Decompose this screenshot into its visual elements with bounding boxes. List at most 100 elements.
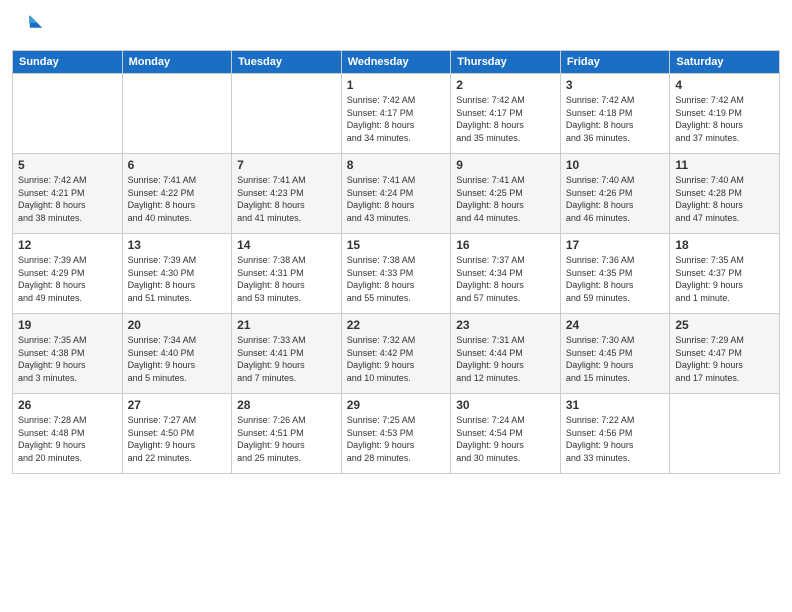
day-number: 2 (456, 78, 555, 92)
day-info: Sunrise: 7:30 AM Sunset: 4:45 PM Dayligh… (566, 334, 665, 384)
calendar-cell: 9 Sunrise: 7:41 AM Sunset: 4:25 PM Daylig… (451, 154, 561, 234)
day-info: Sunrise: 7:39 AM Sunset: 4:29 PM Dayligh… (18, 254, 117, 304)
calendar-cell: 1 Sunrise: 7:42 AM Sunset: 4:17 PM Daylig… (341, 74, 451, 154)
day-info: Sunrise: 7:29 AM Sunset: 4:47 PM Dayligh… (675, 334, 774, 384)
day-number: 7 (237, 158, 336, 172)
calendar-cell: 22 Sunrise: 7:32 AM Sunset: 4:42 PM Dayli… (341, 314, 451, 394)
day-number: 1 (347, 78, 446, 92)
day-header: Thursday (451, 51, 561, 74)
calendar-cell: 19Sunrise: 7:35 AM Sunset: 4:38 PM Dayli… (13, 314, 123, 394)
calendar-week-row: 5 Sunrise: 7:42 AM Sunset: 4:21 PM Daylig… (13, 154, 780, 234)
calendar-week-row: 26 Sunrise: 7:28 AM Sunset: 4:48 PM Dayli… (13, 394, 780, 474)
day-info: Sunrise: 7:41 AM Sunset: 4:25 PM Dayligh… (456, 174, 555, 224)
day-info: Sunrise: 7:32 AM Sunset: 4:42 PM Dayligh… (347, 334, 446, 384)
calendar-cell: 27 Sunrise: 7:27 AM Sunset: 4:50 PM Dayli… (122, 394, 232, 474)
day-number: 20 (128, 318, 227, 332)
calendar-cell: 12 Sunrise: 7:39 AM Sunset: 4:29 PM Dayli… (13, 234, 123, 314)
day-info: Sunrise: 7:37 AM Sunset: 4:34 PM Dayligh… (456, 254, 555, 304)
calendar-cell (232, 74, 342, 154)
day-info: Sunrise: 7:25 AM Sunset: 4:53 PM Dayligh… (347, 414, 446, 464)
day-number: 17 (566, 238, 665, 252)
day-info: Sunrise: 7:35 AM Sunset: 4:37 PM Dayligh… (675, 254, 774, 304)
day-info: Sunrise: 7:42 AM Sunset: 4:17 PM Dayligh… (347, 94, 446, 144)
day-number: 27 (128, 398, 227, 412)
day-info: Sunrise: 7:27 AM Sunset: 4:50 PM Dayligh… (128, 414, 227, 464)
day-number: 13 (128, 238, 227, 252)
day-header: Wednesday (341, 51, 451, 74)
day-info: Sunrise: 7:31 AM Sunset: 4:44 PM Dayligh… (456, 334, 555, 384)
logo-icon (12, 10, 44, 42)
day-number: 11 (675, 158, 774, 172)
calendar-cell: 13 Sunrise: 7:39 AM Sunset: 4:30 PM Dayli… (122, 234, 232, 314)
calendar-cell: 16 Sunrise: 7:37 AM Sunset: 4:34 PM Dayli… (451, 234, 561, 314)
day-number: 9 (456, 158, 555, 172)
day-number: 3 (566, 78, 665, 92)
calendar-cell: 8Sunrise: 7:41 AM Sunset: 4:24 PM Daylig… (341, 154, 451, 234)
day-number: 12 (18, 238, 117, 252)
day-number: 15 (347, 238, 446, 252)
day-info: Sunrise: 7:24 AM Sunset: 4:54 PM Dayligh… (456, 414, 555, 464)
calendar-cell: 23 Sunrise: 7:31 AM Sunset: 4:44 PM Dayli… (451, 314, 561, 394)
day-number: 18 (675, 238, 774, 252)
day-info: Sunrise: 7:42 AM Sunset: 4:18 PM Dayligh… (566, 94, 665, 144)
day-info: Sunrise: 7:40 AM Sunset: 4:28 PM Dayligh… (675, 174, 774, 224)
calendar-cell: 17 Sunrise: 7:36 AM Sunset: 4:35 PM Dayli… (560, 234, 670, 314)
day-info: Sunrise: 7:39 AM Sunset: 4:30 PM Dayligh… (128, 254, 227, 304)
day-number: 19 (18, 318, 117, 332)
day-info: Sunrise: 7:41 AM Sunset: 4:23 PM Dayligh… (237, 174, 336, 224)
calendar-cell: 20Sunrise: 7:34 AM Sunset: 4:40 PM Dayli… (122, 314, 232, 394)
day-number: 10 (566, 158, 665, 172)
day-header: Saturday (670, 51, 780, 74)
calendar-cell: 26 Sunrise: 7:28 AM Sunset: 4:48 PM Dayli… (13, 394, 123, 474)
day-number: 24 (566, 318, 665, 332)
day-number: 30 (456, 398, 555, 412)
calendar-cell: 7 Sunrise: 7:41 AM Sunset: 4:23 PM Daylig… (232, 154, 342, 234)
calendar-cell: 30 Sunrise: 7:24 AM Sunset: 4:54 PM Dayli… (451, 394, 561, 474)
day-number: 5 (18, 158, 117, 172)
calendar-cell: 10 Sunrise: 7:40 AM Sunset: 4:26 PM Dayli… (560, 154, 670, 234)
calendar-cell (13, 74, 123, 154)
calendar-cell: 4Sunrise: 7:42 AM Sunset: 4:19 PM Daylig… (670, 74, 780, 154)
calendar-cell: 21Sunrise: 7:33 AM Sunset: 4:41 PM Dayli… (232, 314, 342, 394)
calendar-cell (670, 394, 780, 474)
day-header: Friday (560, 51, 670, 74)
calendar-cell: 11 Sunrise: 7:40 AM Sunset: 4:28 PM Dayli… (670, 154, 780, 234)
day-number: 23 (456, 318, 555, 332)
calendar-cell: 24 Sunrise: 7:30 AM Sunset: 4:45 PM Dayli… (560, 314, 670, 394)
day-header: Sunday (13, 51, 123, 74)
day-number: 28 (237, 398, 336, 412)
day-info: Sunrise: 7:41 AM Sunset: 4:22 PM Dayligh… (128, 174, 227, 224)
day-info: Sunrise: 7:41 AM Sunset: 4:24 PM Dayligh… (347, 174, 446, 224)
calendar-week-row: 12 Sunrise: 7:39 AM Sunset: 4:29 PM Dayli… (13, 234, 780, 314)
header-row: SundayMondayTuesdayWednesdayThursdayFrid… (13, 51, 780, 74)
day-info: Sunrise: 7:22 AM Sunset: 4:56 PM Dayligh… (566, 414, 665, 464)
day-number: 29 (347, 398, 446, 412)
day-info: Sunrise: 7:38 AM Sunset: 4:33 PM Dayligh… (347, 254, 446, 304)
page: SundayMondayTuesdayWednesdayThursdayFrid… (0, 0, 792, 612)
day-info: Sunrise: 7:28 AM Sunset: 4:48 PM Dayligh… (18, 414, 117, 464)
calendar-cell: 25Sunrise: 7:29 AM Sunset: 4:47 PM Dayli… (670, 314, 780, 394)
day-number: 21 (237, 318, 336, 332)
day-info: Sunrise: 7:42 AM Sunset: 4:21 PM Dayligh… (18, 174, 117, 224)
day-number: 14 (237, 238, 336, 252)
calendar-cell: 31 Sunrise: 7:22 AM Sunset: 4:56 PM Dayli… (560, 394, 670, 474)
calendar-cell: 15 Sunrise: 7:38 AM Sunset: 4:33 PM Dayli… (341, 234, 451, 314)
calendar-cell (122, 74, 232, 154)
day-info: Sunrise: 7:42 AM Sunset: 4:17 PM Dayligh… (456, 94, 555, 144)
calendar-cell: 6Sunrise: 7:41 AM Sunset: 4:22 PM Daylig… (122, 154, 232, 234)
day-info: Sunrise: 7:40 AM Sunset: 4:26 PM Dayligh… (566, 174, 665, 224)
calendar-cell: 18 Sunrise: 7:35 AM Sunset: 4:37 PM Dayli… (670, 234, 780, 314)
calendar-cell: 14Sunrise: 7:38 AM Sunset: 4:31 PM Dayli… (232, 234, 342, 314)
day-info: Sunrise: 7:42 AM Sunset: 4:19 PM Dayligh… (675, 94, 774, 144)
day-number: 22 (347, 318, 446, 332)
day-info: Sunrise: 7:26 AM Sunset: 4:51 PM Dayligh… (237, 414, 336, 464)
logo (12, 10, 48, 42)
day-header: Monday (122, 51, 232, 74)
day-number: 26 (18, 398, 117, 412)
day-number: 31 (566, 398, 665, 412)
calendar-cell: 3 Sunrise: 7:42 AM Sunset: 4:18 PM Daylig… (560, 74, 670, 154)
calendar-cell: 29 Sunrise: 7:25 AM Sunset: 4:53 PM Dayli… (341, 394, 451, 474)
day-number: 16 (456, 238, 555, 252)
day-info: Sunrise: 7:36 AM Sunset: 4:35 PM Dayligh… (566, 254, 665, 304)
calendar-week-row: 19Sunrise: 7:35 AM Sunset: 4:38 PM Dayli… (13, 314, 780, 394)
